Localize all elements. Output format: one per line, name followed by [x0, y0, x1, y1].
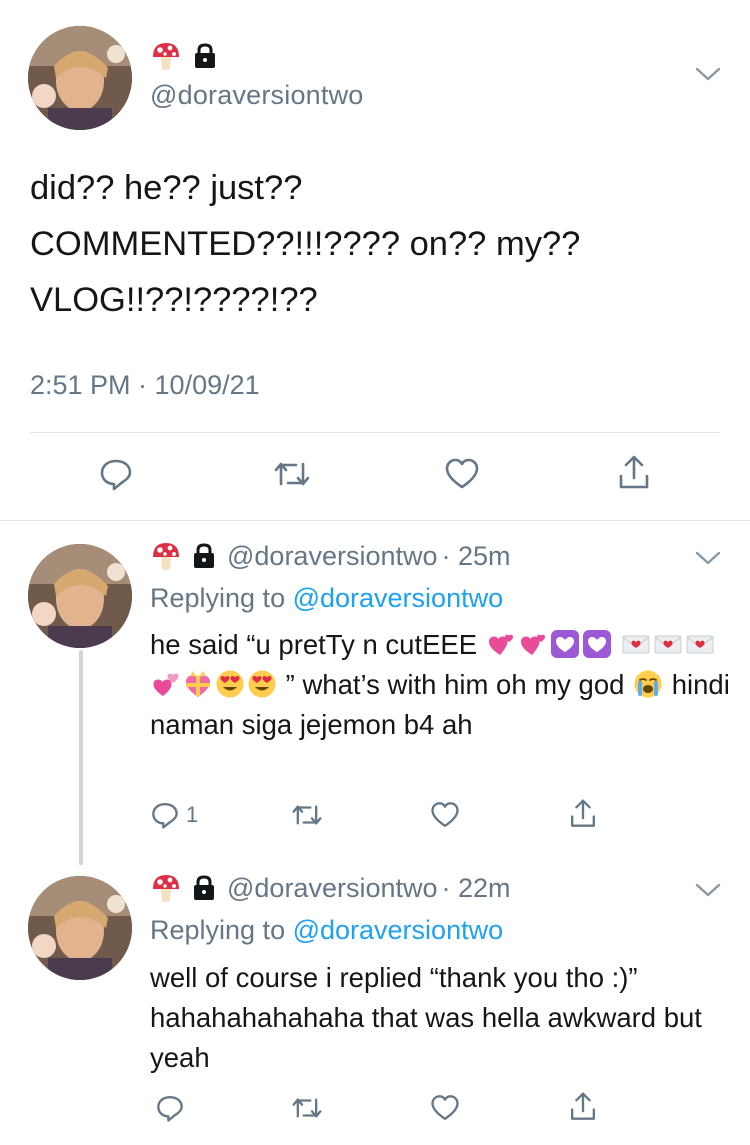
reply-handle[interactable]: @doraversiontwo [227, 873, 438, 904]
loudly-crying-emoji-icon [633, 669, 663, 699]
heart-with-ribbon-emoji-icon [183, 669, 213, 699]
reply-header: @doraversiontwo · 22m [150, 872, 511, 904]
lock-icon [191, 542, 217, 570]
reply-handle[interactable]: @doraversiontwo [227, 541, 438, 572]
share-button[interactable] [616, 454, 652, 492]
reply-icon [155, 1093, 185, 1123]
reply-header: @doraversiontwo · 25m [150, 540, 511, 572]
love-letter-emoji-icon [621, 629, 651, 659]
like-button[interactable] [444, 456, 480, 492]
tweet-text: did?? he?? just?? COMMENTED??!!!???? on?… [30, 169, 581, 319]
lock-icon [191, 874, 217, 902]
share-button[interactable] [568, 798, 598, 830]
reply-button[interactable] [98, 456, 134, 492]
two-hearts-emoji-icon [518, 629, 548, 659]
share-button[interactable] [568, 1091, 598, 1123]
reply-icon [98, 456, 134, 492]
replying-to-link[interactable]: @doraversiontwo [293, 583, 504, 613]
reply-text: well of course i replied “thank you tho … [150, 962, 702, 1073]
avatar[interactable] [28, 544, 132, 648]
share-icon [616, 454, 652, 492]
reply-time: · 22m [441, 872, 511, 903]
retweet-icon [290, 800, 324, 830]
retweet-icon [290, 1093, 324, 1123]
chevron-down-icon[interactable] [694, 548, 722, 568]
thread-line [79, 650, 83, 865]
retweet-button[interactable] [290, 800, 324, 830]
share-icon [568, 798, 598, 830]
reply-text: he said “u pretTy n cutEEE ” what’s with… [150, 629, 730, 740]
like-button[interactable] [430, 800, 460, 830]
replying-to: Replying to @doraversiontwo [150, 583, 504, 613]
like-button[interactable] [430, 1093, 460, 1123]
mushroom-icon [150, 40, 182, 72]
retweet-button[interactable] [272, 456, 312, 492]
name-icons [150, 38, 218, 74]
heart-eyes-emoji-icon [247, 669, 277, 699]
heart-decoration-emoji-icon [550, 629, 580, 659]
chevron-down-icon[interactable] [694, 880, 722, 900]
revolving-hearts-emoji-icon [151, 669, 181, 699]
retweet-button[interactable] [290, 1093, 324, 1123]
lock-icon [192, 42, 218, 70]
tweet-timestamp[interactable]: 2:51 PM · 10/09/21 [30, 370, 260, 401]
avatar[interactable] [28, 26, 132, 130]
mushroom-icon [150, 872, 182, 904]
love-letter-emoji-icon [653, 629, 683, 659]
replying-to-link[interactable]: @doraversiontwo [293, 915, 504, 945]
two-hearts-emoji-icon [486, 629, 516, 659]
divider [30, 432, 720, 433]
reply-button[interactable] [155, 1093, 185, 1123]
retweet-icon [272, 456, 312, 492]
like-icon [430, 1093, 460, 1123]
reply-icon [150, 800, 180, 830]
reply-time: · 25m [441, 540, 511, 571]
tweet-handle[interactable]: @doraversiontwo [150, 80, 364, 111]
share-icon [568, 1091, 598, 1123]
avatar[interactable] [28, 876, 132, 980]
replying-to: Replying to @doraversiontwo [150, 915, 504, 945]
mushroom-icon [150, 540, 182, 572]
chevron-down-icon[interactable] [694, 64, 722, 84]
like-icon [444, 456, 480, 492]
love-letter-emoji-icon [685, 629, 715, 659]
divider [0, 520, 750, 521]
reply-button[interactable]: 1 [150, 800, 198, 830]
heart-eyes-emoji-icon [215, 669, 245, 699]
like-icon [430, 800, 460, 830]
heart-decoration-emoji-icon [582, 629, 612, 659]
reply-count: 1 [186, 802, 199, 827]
